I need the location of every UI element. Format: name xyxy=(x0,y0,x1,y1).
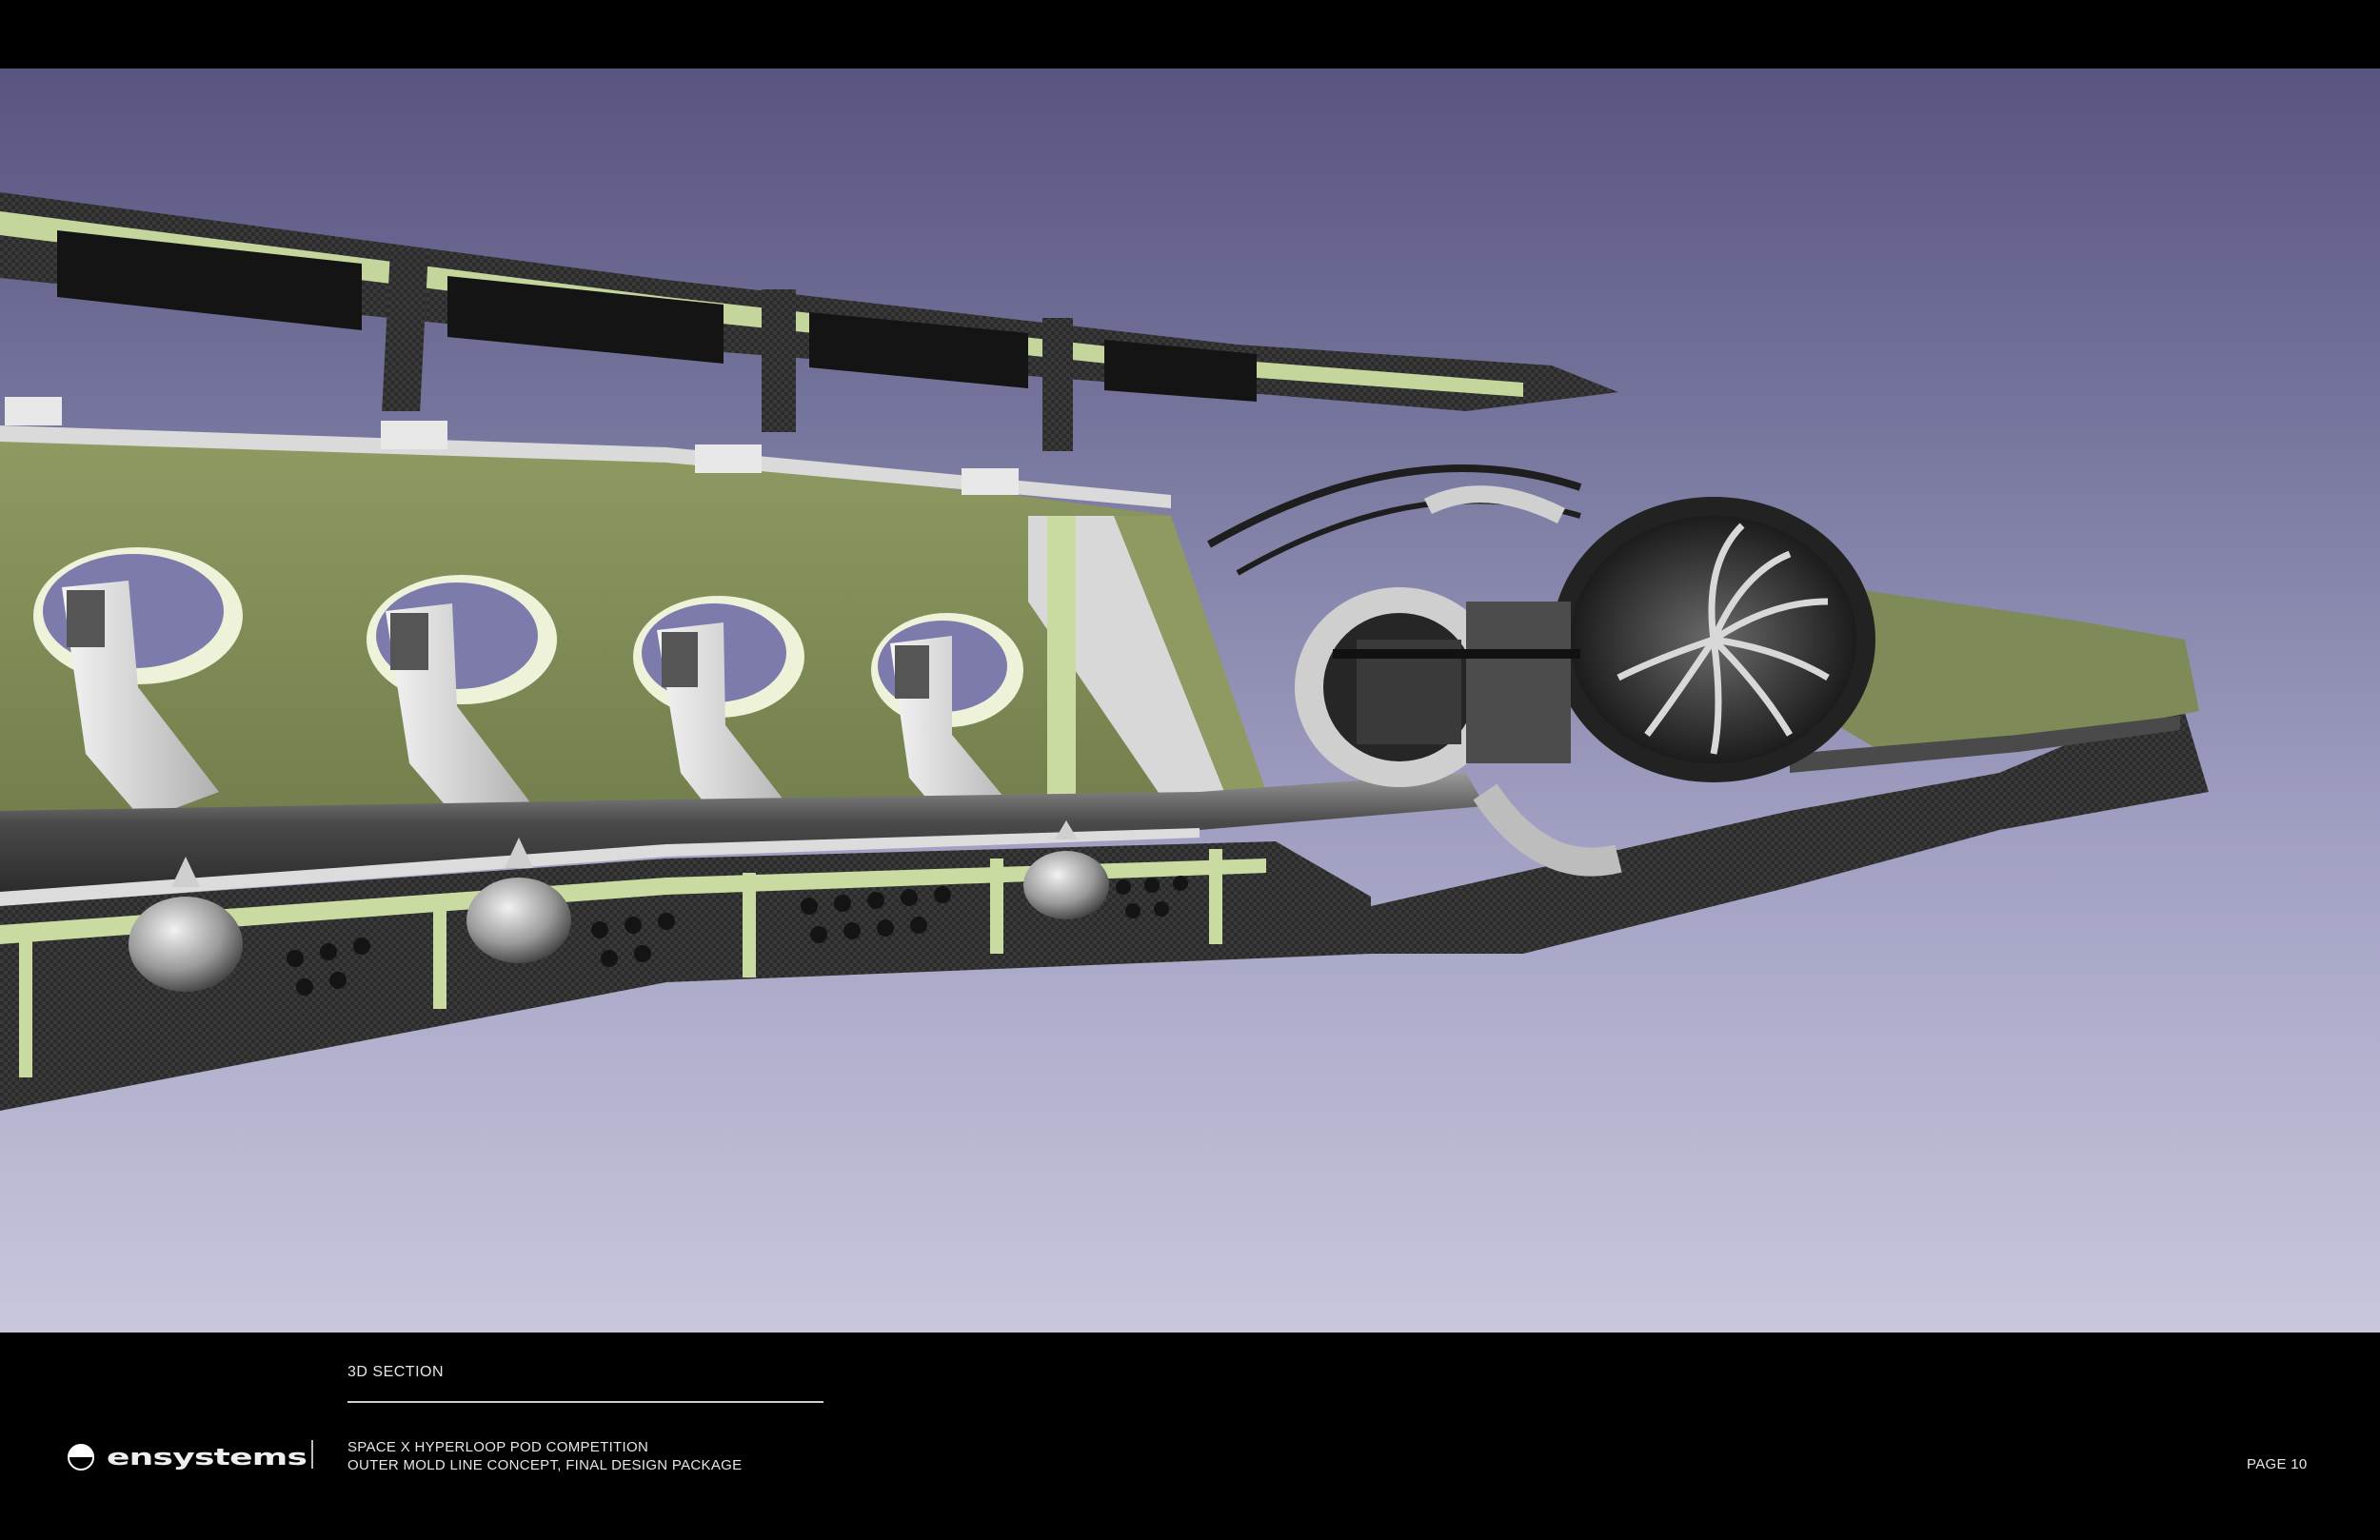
cad-render-viewport xyxy=(0,69,2380,1333)
roof-frame xyxy=(0,192,1618,451)
hyperloop-pod-section-render xyxy=(0,192,2209,1111)
section-title: 3D SECTION xyxy=(347,1364,445,1380)
project-subtitle: OUTER MOLD LINE CONCEPT, FINAL DESIGN PA… xyxy=(347,1457,743,1473)
page-number: PAGE 10 xyxy=(2247,1456,2308,1472)
vertical-divider xyxy=(311,1440,313,1469)
logo-wordmark: ensystems xyxy=(107,1444,307,1471)
nose-assembly xyxy=(1207,464,2209,954)
company-logo: ensystems xyxy=(67,1443,307,1471)
forward-bulkhead xyxy=(1028,516,1266,811)
slide-footer: 3D SECTION ensystems SPACE X HYPERLOOP P… xyxy=(0,1333,2380,1540)
half-circle-logo-icon xyxy=(68,1444,94,1471)
top-letterbox-bar xyxy=(0,0,2380,69)
section-divider xyxy=(347,1401,823,1403)
project-title: SPACE X HYPERLOOP POD COMPETITION xyxy=(347,1439,649,1455)
